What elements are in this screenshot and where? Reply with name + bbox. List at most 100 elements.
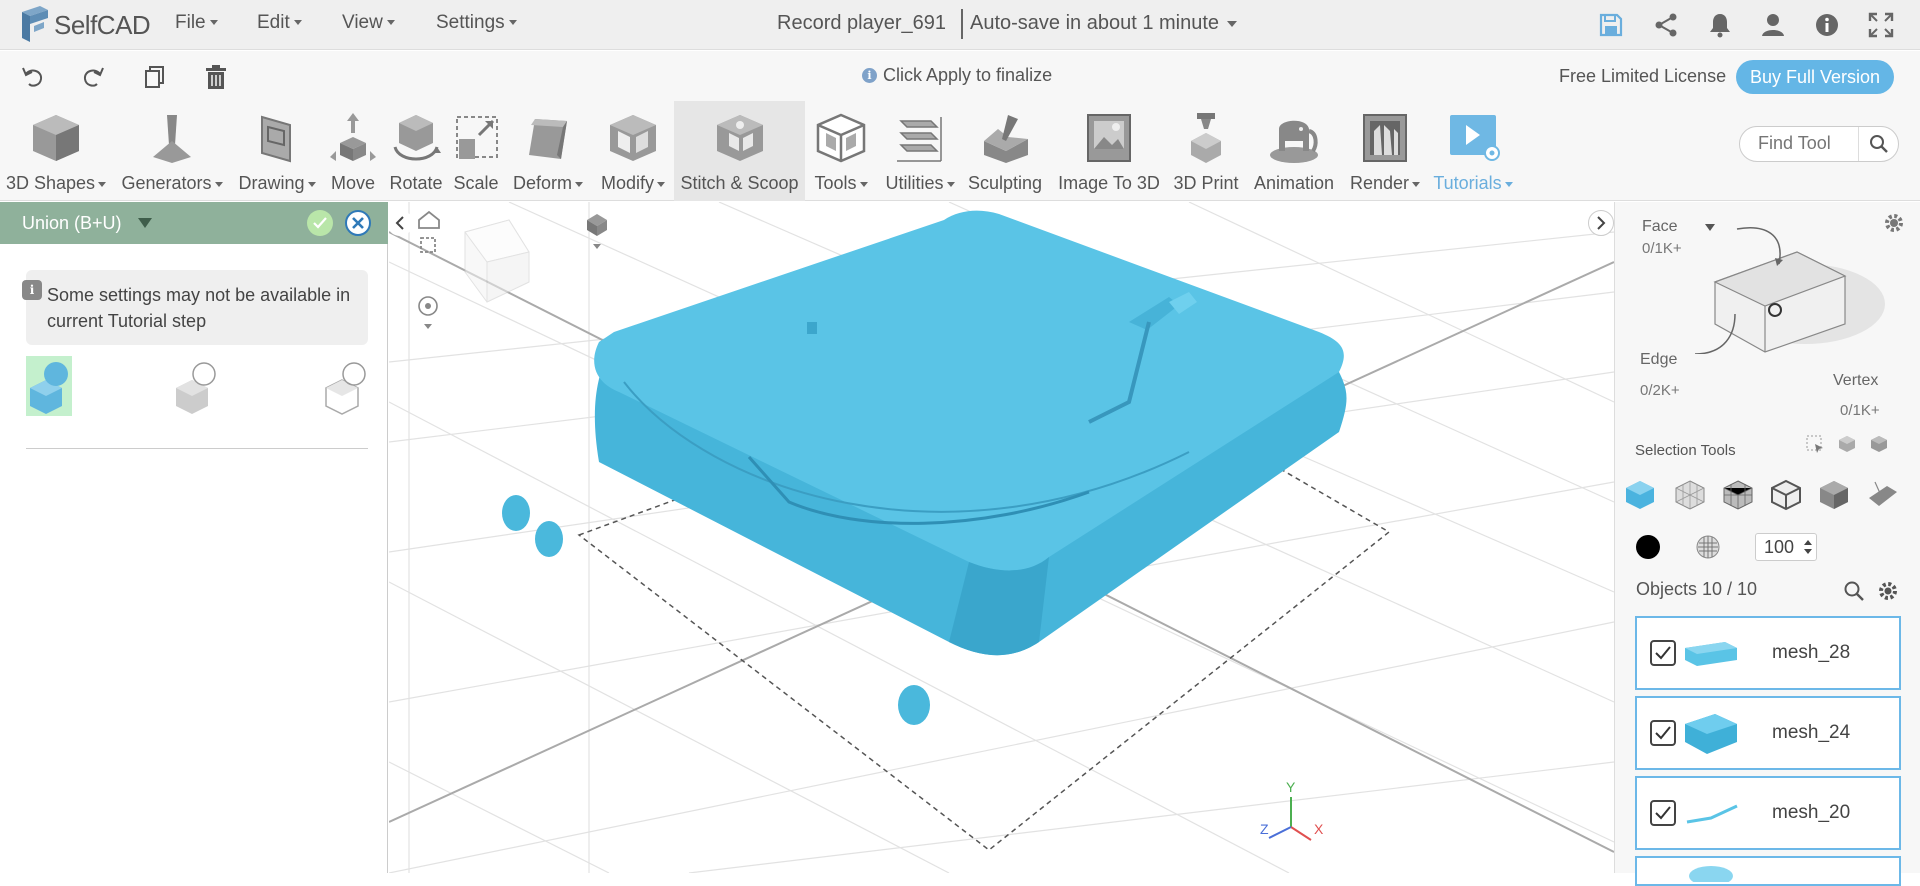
select-wireframe-icon[interactable] <box>1721 478 1755 512</box>
tool-image-to-3d[interactable]: Image To 3D <box>1050 101 1168 201</box>
home-view-icon[interactable] <box>418 210 440 229</box>
selfcad-logo-icon <box>22 6 48 42</box>
face-mode-label[interactable]: Face <box>1642 218 1678 236</box>
redo-icon[interactable] <box>80 64 106 90</box>
select-plane-icon[interactable] <box>1865 478 1899 512</box>
menu-view[interactable]: View <box>342 12 395 34</box>
scene-canvas[interactable]: Y X Z <box>389 202 1614 873</box>
info-icon[interactable] <box>1814 12 1840 38</box>
apply-button[interactable] <box>307 210 333 236</box>
panel-title: Union (B+U) <box>22 213 122 233</box>
tool-stitch-scoop[interactable]: Stitch & Scoop <box>674 101 805 201</box>
tool-render[interactable]: Render <box>1346 101 1424 201</box>
object-name: mesh_28 <box>1772 642 1851 663</box>
stepper-arrows-icon[interactable] <box>1804 539 1812 555</box>
select-cube-icon[interactable] <box>1837 434 1857 454</box>
object-row[interactable]: mesh_28 <box>1635 616 1901 690</box>
select-edges-icon[interactable] <box>1769 478 1803 512</box>
select-solid-icon[interactable] <box>1623 478 1657 512</box>
opacity-input[interactable]: 100 <box>1755 533 1817 561</box>
scale-icon <box>456 116 498 159</box>
tool-label: Generators <box>115 173 229 194</box>
gear-icon[interactable] <box>1883 212 1905 234</box>
main-toolbar: 3D Shapes Generators Drawing Move Rotate <box>0 101 1920 201</box>
union-option-icon[interactable] <box>26 356 72 416</box>
tool-label: Deform <box>505 173 591 194</box>
camera-target-icon[interactable] <box>418 296 438 329</box>
menu-settings[interactable]: Settings <box>436 12 517 34</box>
difference-option-icon[interactable] <box>172 356 218 416</box>
vertex-mode-label[interactable]: Vertex <box>1833 372 1878 390</box>
select-mesh-icon[interactable] <box>1673 478 1707 512</box>
image-to-3d-icon <box>1087 114 1131 162</box>
apply-hint: i Click Apply to finalize <box>862 65 1052 86</box>
menu-file[interactable]: File <box>175 12 218 34</box>
color-swatch-icon[interactable] <box>1635 534 1661 560</box>
3d-viewport[interactable]: Y X Z <box>389 202 1614 873</box>
copy-icon[interactable] <box>142 64 168 90</box>
tool-move[interactable]: Move <box>324 101 382 201</box>
tool-scale[interactable]: Scale <box>449 101 503 201</box>
caret-down-icon[interactable] <box>138 218 152 228</box>
modify-icon <box>610 115 656 161</box>
delete-trash-icon[interactable] <box>203 64 229 90</box>
view-cube[interactable] <box>464 219 530 303</box>
visibility-checkbox[interactable] <box>1650 720 1676 746</box>
perspective-toggle-icon[interactable] <box>587 214 607 249</box>
intersection-option-icon[interactable] <box>322 356 368 416</box>
select-cursor-icon[interactable] <box>1805 434 1825 454</box>
tool-utilities[interactable]: Utilities <box>877 101 963 201</box>
collapse-right-panel-button[interactable] <box>1588 210 1614 236</box>
tool-rotate[interactable]: Rotate <box>384 101 448 201</box>
move-arrows-icon <box>330 113 376 161</box>
tool-settings-panel: Union (B+U) i Some settings may not be a… <box>0 202 388 873</box>
find-tool-search-button[interactable] <box>1858 127 1898 161</box>
menu-edit[interactable]: Edit <box>257 12 302 34</box>
find-tool-search[interactable] <box>1739 126 1899 162</box>
tool-tutorials[interactable]: Tutorials <box>1426 101 1520 201</box>
animation-elephant-icon <box>1270 120 1318 163</box>
tool-animation[interactable]: Animation <box>1244 101 1344 201</box>
autosave-status[interactable]: Auto-save in about 1 minute <box>970 12 1237 35</box>
deform-icon <box>529 119 567 159</box>
fullscreen-icon[interactable] <box>1868 12 1894 38</box>
tutorials-video-icon <box>1450 115 1500 161</box>
find-tool-input[interactable] <box>1758 133 1858 154</box>
cancel-button[interactable] <box>345 210 371 236</box>
tool-sculpting[interactable]: Sculpting <box>964 101 1046 201</box>
tool-label: Image To 3D <box>1058 173 1160 193</box>
notifications-bell-icon[interactable] <box>1707 12 1733 38</box>
object-row[interactable] <box>1635 856 1901 886</box>
tool-3d-shapes[interactable]: 3D Shapes <box>0 101 112 201</box>
tool-modify[interactable]: Modify <box>593 101 673 201</box>
opacity-value: 100 <box>1764 537 1795 557</box>
visibility-checkbox[interactable] <box>1650 800 1676 826</box>
user-account-icon[interactable] <box>1760 12 1786 38</box>
tool-3d-print[interactable]: 3D Print <box>1170 101 1242 201</box>
select-all-cube-icon[interactable] <box>1869 434 1889 454</box>
visibility-checkbox[interactable] <box>1650 640 1676 666</box>
tool-tools[interactable]: Tools <box>807 101 875 201</box>
tool-generators[interactable]: Generators <box>115 101 229 201</box>
objects-settings-gear-icon[interactable] <box>1877 580 1899 602</box>
record-player-model[interactable] <box>502 210 1347 725</box>
search-objects-icon[interactable] <box>1843 580 1865 602</box>
object-name: mesh_24 <box>1772 722 1851 743</box>
share-icon[interactable] <box>1653 12 1679 38</box>
app-logo[interactable]: SelfCAD <box>18 6 151 44</box>
selection-mode-diagram[interactable] <box>1685 214 1885 354</box>
tool-label: Modify <box>593 173 673 194</box>
object-row[interactable]: mesh_20 <box>1635 776 1901 850</box>
undo-icon[interactable] <box>20 64 46 90</box>
tool-deform[interactable]: Deform <box>505 101 591 201</box>
tool-drawing[interactable]: Drawing <box>232 101 322 201</box>
material-texture-icon[interactable] <box>1695 534 1721 560</box>
document-title[interactable]: Record player_691 <box>777 12 946 35</box>
object-row[interactable]: mesh_24 <box>1635 696 1901 770</box>
save-icon[interactable] <box>1598 12 1624 38</box>
edge-mode-label[interactable]: Edge <box>1640 351 1677 369</box>
buy-full-version-button[interactable]: Buy Full Version <box>1736 60 1894 94</box>
notice-info-icon: i <box>22 280 42 300</box>
select-faces-icon[interactable] <box>1817 478 1851 512</box>
tool-label: Tools <box>807 173 875 194</box>
